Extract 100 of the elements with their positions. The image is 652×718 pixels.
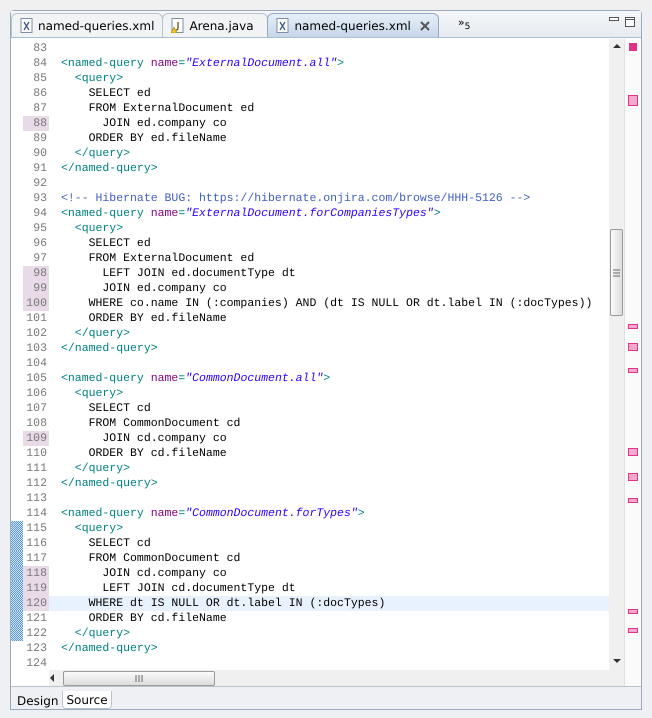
code-line: </named-query>: [60, 161, 159, 176]
overview-marker[interactable]: [628, 324, 638, 330]
code-line: </named-query>: [60, 476, 159, 491]
overview-marker[interactable]: [628, 368, 638, 373]
line-number: 112: [25, 476, 48, 491]
maximize-icon[interactable]: [625, 17, 635, 27]
code-line: <query>: [74, 386, 124, 401]
code-line: JOIN ed.company co: [101, 116, 228, 131]
overview-marker[interactable]: [628, 609, 638, 614]
line-number: 98: [23, 266, 49, 281]
line-number: 84: [32, 56, 48, 71]
code-line: FROM ExternalDocument ed: [88, 251, 256, 266]
code-line: <query>: [74, 521, 124, 536]
line-number: 114: [25, 506, 48, 521]
code-line: <named-query name="ExternalDocument.forCompaniesTypes">: [60, 206, 442, 221]
line-number: 113: [25, 491, 48, 506]
line-number: 101: [25, 311, 48, 326]
line-number: 106: [25, 386, 48, 401]
overview-marker[interactable]: [628, 628, 638, 633]
code-line: JOIN cd.company co: [101, 566, 228, 581]
code-line: </query>: [74, 326, 132, 341]
line-number: 105: [25, 371, 48, 386]
code-line: LEFT JOIN cd.documentType dt: [101, 581, 297, 596]
editor-page-tab[interactable]: Design: [13, 691, 62, 709]
code-line: SELECT ed: [88, 236, 152, 251]
java-file-icon: [171, 18, 184, 33]
line-number: 119: [23, 581, 49, 596]
vertical-scrollbar[interactable]: [609, 39, 624, 686]
scroll-thumb[interactable]: [63, 670, 215, 686]
code-line: </named-query>: [60, 341, 159, 356]
code-line: ORDER BY cd.fileName: [88, 446, 228, 461]
editor-page-tab[interactable]: Source: [62, 691, 112, 709]
code-line: </query>: [74, 146, 132, 161]
editor-tab[interactable]: named-queries.xml: [11, 13, 164, 37]
horizontal-scrollbar[interactable]: [49, 670, 609, 686]
line-number: 115: [25, 521, 48, 536]
code-line: FROM ExternalDocument ed: [88, 101, 256, 116]
line-number: 85: [32, 71, 48, 86]
line-number: 102: [25, 326, 48, 341]
code-line: LEFT JOIN ed.documentType dt: [101, 266, 297, 281]
line-number: 95: [32, 221, 48, 236]
line-number: 104: [25, 356, 48, 371]
line-number: 124: [25, 656, 48, 671]
xml-file-icon: [20, 18, 33, 33]
code-line: </named-query>: [60, 641, 159, 656]
code-line: ORDER BY ed.fileName: [88, 311, 228, 326]
line-number: 103: [25, 341, 48, 356]
scroll-up-icon[interactable]: [612, 43, 620, 49]
code-line: <query>: [74, 221, 124, 236]
line-number: 89: [32, 131, 48, 146]
code-line: <query>: [74, 71, 124, 86]
overview-marker[interactable]: [628, 342, 638, 351]
error-status-icon: [629, 43, 637, 51]
overview-marker[interactable]: [628, 448, 638, 456]
line-number: 97: [32, 251, 48, 266]
minimize-icon[interactable]: [609, 17, 619, 22]
code-line: ORDER BY cd.fileName: [88, 611, 228, 626]
code-line: FROM CommonDocument cd: [88, 416, 242, 431]
overview-marker[interactable]: [628, 94, 638, 106]
scroll-thumb[interactable]: [610, 229, 623, 316]
code-line: <named-query name="ExternalDocument.all">: [60, 56, 345, 71]
scroll-down-icon[interactable]: [612, 658, 620, 664]
line-number: 120: [23, 596, 49, 611]
line-number: 110: [25, 446, 48, 461]
code-line: JOIN ed.company co: [101, 281, 228, 296]
line-number: 108: [25, 416, 48, 431]
code-line: <!-- Hibernate BUG: https://hibernate.onjira.com/browse/HHH-5126 -->: [60, 191, 532, 206]
overview-marker[interactable]: [628, 473, 638, 481]
line-number: 88: [23, 116, 49, 131]
code-line: <named-query name="CommonDocument.all">: [60, 371, 332, 386]
line-number: 99: [23, 281, 49, 296]
code-line: </query>: [74, 626, 132, 641]
editor-tab[interactable]: named-queries.xml: [267, 13, 439, 37]
line-number: 100: [23, 296, 49, 311]
line-number: 87: [32, 101, 48, 116]
code-line: SELECT cd: [88, 536, 152, 551]
code-line: SELECT cd: [88, 401, 152, 416]
line-number: 123: [25, 641, 48, 656]
code-line: <named-query name="CommonDocument.forTypes">: [60, 506, 366, 521]
line-number: 96: [32, 236, 48, 251]
code-line: JOIN cd.company co: [101, 431, 228, 446]
code-line: WHERE co.name IN (:companies) AND (dt IS NULL OR dt.label IN (:docTypes)): [88, 296, 594, 311]
line-number: 117: [25, 551, 48, 566]
line-number: 91: [32, 161, 48, 176]
editor-tab[interactable]: Arena.java: [162, 13, 268, 37]
scroll-left-icon[interactable]: [49, 674, 55, 682]
line-number: 111: [25, 461, 48, 476]
code-line: ORDER BY ed.fileName: [88, 131, 228, 146]
line-number: 83: [32, 41, 48, 56]
line-number: 116: [25, 536, 48, 551]
code-line: </query>: [74, 461, 132, 476]
line-number: 93: [32, 191, 48, 206]
line-number: 90: [32, 146, 48, 161]
line-number: 122: [25, 626, 48, 641]
line-number: 118: [23, 566, 49, 581]
line-number: 86: [32, 86, 48, 101]
line-number: 121: [25, 611, 48, 626]
line-number: 94: [32, 206, 48, 221]
close-icon[interactable]: [420, 20, 430, 30]
overview-marker[interactable]: [628, 498, 638, 503]
